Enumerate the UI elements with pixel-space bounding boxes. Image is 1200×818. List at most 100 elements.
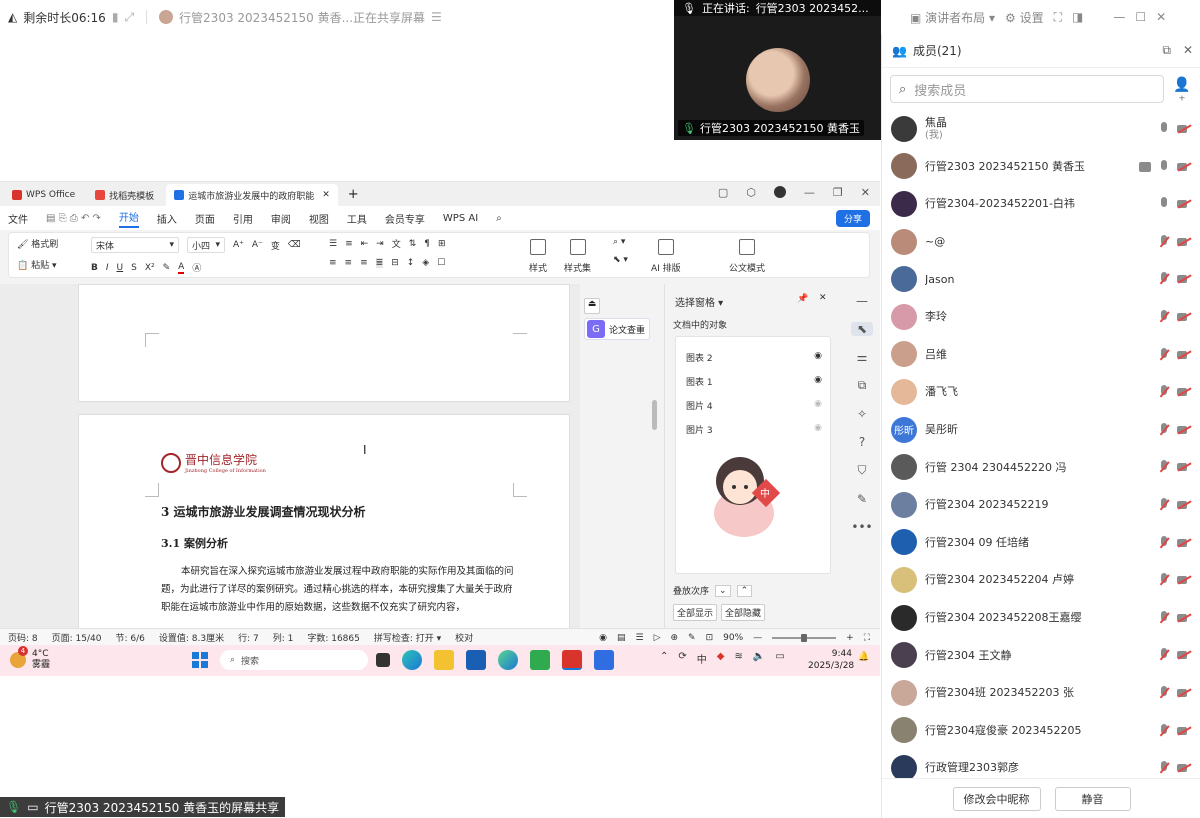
eye-view-icon[interactable]: ◉ bbox=[599, 633, 607, 643]
styles-button[interactable]: 样式 bbox=[529, 239, 547, 274]
member-row[interactable]: 吕维 bbox=[882, 336, 1200, 374]
mail-icon[interactable] bbox=[466, 650, 486, 670]
order-up-button[interactable]: ⌃ bbox=[736, 584, 753, 597]
wps-close-icon[interactable]: ✕ bbox=[861, 186, 870, 199]
wps-taskbar-icon[interactable] bbox=[562, 650, 582, 670]
signal-icon[interactable]: ▮ bbox=[112, 10, 119, 24]
find-icon[interactable]: ⌕ ▾ bbox=[613, 237, 625, 247]
hide-all-button[interactable]: 全部隐藏 bbox=[721, 604, 766, 621]
zoom-in-icon[interactable]: + bbox=[846, 633, 854, 643]
help-icon[interactable]: ? bbox=[859, 435, 865, 449]
pen-icon[interactable]: ✎ bbox=[857, 492, 867, 506]
member-search-input[interactable]: ⌕ 搜索成员 bbox=[890, 75, 1164, 103]
font-shrink-icon[interactable]: A⁻ bbox=[252, 240, 263, 250]
menu-review[interactable]: 审阅 bbox=[271, 211, 291, 226]
sort-icon[interactable]: ⇅ bbox=[409, 239, 417, 249]
wps-minimize-icon[interactable]: — bbox=[804, 186, 815, 199]
numbering-icon[interactable]: ≡ bbox=[345, 239, 353, 249]
document-canvas[interactable]: 晋中信息学院 Jinzhong College of Information I … bbox=[0, 284, 580, 628]
member-row[interactable]: 行管2304-2023452201-白祎 bbox=[882, 185, 1200, 223]
zoom-slider-thumb[interactable] bbox=[801, 633, 808, 642]
rename-nickname-button[interactable]: 修改会中昵称 bbox=[952, 786, 1041, 811]
minimize-icon[interactable]: — bbox=[1113, 10, 1125, 24]
mute-all-button[interactable]: 静音 bbox=[1054, 786, 1131, 811]
camera-off-icon[interactable] bbox=[1177, 575, 1191, 585]
mic-muted-icon[interactable] bbox=[1159, 385, 1169, 399]
tab-wps-office[interactable]: WPS Office bbox=[4, 184, 83, 206]
justify-icon[interactable]: ≣ bbox=[375, 258, 384, 268]
tab-templates[interactable]: 找稻壳模板 bbox=[87, 184, 162, 206]
highlight-button[interactable]: ✎ bbox=[163, 263, 171, 273]
member-row[interactable]: 行管 2304 2304452220 冯 bbox=[882, 448, 1200, 486]
mic-muted-icon[interactable] bbox=[1159, 723, 1169, 738]
font-color-button[interactable]: A bbox=[178, 262, 185, 274]
pane-close-icon[interactable]: ✕ bbox=[819, 293, 827, 303]
mic-muted-icon[interactable] bbox=[1159, 422, 1169, 437]
layout-button[interactable]: ▣ 演讲者布局 ▾ bbox=[910, 9, 995, 26]
file-explorer-icon[interactable] bbox=[434, 650, 454, 670]
taskbar-clock[interactable]: 9:44 2025/3/28 bbox=[808, 648, 854, 672]
maximize-icon[interactable]: ☐ bbox=[1135, 10, 1146, 24]
format-painter-button[interactable]: 🖌 格式刷 bbox=[17, 237, 58, 250]
magic-tool-icon[interactable]: ✧ bbox=[857, 407, 867, 421]
wps-restore-icon[interactable]: ❐ bbox=[833, 186, 843, 199]
phonetic-icon[interactable]: 变 bbox=[271, 239, 280, 252]
shading-icon[interactable]: ◈ bbox=[422, 258, 429, 268]
edge-beta-icon[interactable] bbox=[498, 650, 518, 670]
member-row[interactable]: 行政管理2303郭彦 bbox=[882, 749, 1200, 778]
camera-off-icon[interactable] bbox=[1177, 613, 1191, 623]
border-icon[interactable]: ☐ bbox=[437, 258, 445, 268]
order-down-button[interactable]: ⌄ bbox=[715, 584, 731, 597]
adjust-icon[interactable]: ⚌ bbox=[857, 350, 868, 364]
close-icon[interactable]: ✕ bbox=[1156, 10, 1166, 24]
meeting-taskbar-icon[interactable] bbox=[594, 650, 614, 670]
tab-document[interactable]: 运城市旅游业发展中的政府职能 ✕ bbox=[166, 184, 338, 206]
invite-member-icon[interactable]: 👤⁺ bbox=[1170, 77, 1194, 109]
fit-icon[interactable]: ⊡ bbox=[706, 633, 714, 643]
menu-member[interactable]: 会员专享 bbox=[385, 211, 425, 226]
pin-icon[interactable]: 📌 bbox=[797, 294, 808, 304]
mic-muted-icon[interactable] bbox=[1159, 610, 1169, 625]
show-marks-icon[interactable]: ¶ bbox=[424, 239, 430, 249]
mic-muted-icon[interactable] bbox=[1159, 497, 1169, 512]
wps-tray-icon[interactable]: ◆ bbox=[717, 651, 725, 666]
menu-wps-ai[interactable]: WPS AI bbox=[443, 213, 478, 224]
zoom-slider[interactable] bbox=[772, 633, 837, 642]
user-avatar[interactable] bbox=[773, 186, 786, 198]
store-icon[interactable] bbox=[530, 650, 550, 670]
object-item[interactable]: 图片 3 ◉ bbox=[686, 423, 822, 436]
member-row[interactable]: 行管2304 王文静 bbox=[882, 636, 1200, 674]
image-tool-icon[interactable]: ⧉ bbox=[858, 378, 867, 393]
bullets-icon[interactable]: ☰ bbox=[329, 239, 337, 249]
align-left-icon[interactable]: ≡ bbox=[329, 258, 337, 268]
zoom-out-icon[interactable]: — bbox=[753, 633, 762, 643]
input-method-icon[interactable]: 中 bbox=[697, 651, 707, 666]
fullscreen-doc-icon[interactable]: ⛶ bbox=[864, 633, 870, 643]
underline-button[interactable]: U bbox=[117, 263, 124, 273]
share-button[interactable]: 分享 bbox=[835, 210, 870, 227]
select-icon[interactable]: ⬉ ▾ bbox=[613, 255, 628, 265]
camera-off-icon[interactable] bbox=[1177, 274, 1191, 284]
quick-access-icons[interactable]: ▤ ⎘ ⎙ ↶ ↷ bbox=[46, 213, 101, 224]
member-row[interactable]: 行管2304 2023452219 bbox=[882, 486, 1200, 524]
page-view-icon[interactable]: ▤ bbox=[617, 633, 626, 643]
menu-tools[interactable]: 工具 bbox=[347, 211, 367, 226]
menu-insert[interactable]: 插入 bbox=[157, 211, 177, 226]
spell-check-toggle[interactable]: 拼写检查: 打开 ▾ bbox=[374, 631, 441, 644]
tray-expand-icon[interactable]: ⌃ bbox=[660, 651, 668, 666]
cube-icon[interactable]: ⬡ bbox=[746, 186, 756, 199]
weather-widget[interactable]: 4 4°C 雾霾 bbox=[10, 646, 50, 671]
member-row[interactable]: 彤昕 吴彤昕 bbox=[882, 411, 1200, 449]
member-row[interactable]: 行管2304 2023452204 卢婷 bbox=[882, 561, 1200, 599]
outdent-icon[interactable]: ⇤ bbox=[361, 239, 369, 249]
windows-start-icon[interactable] bbox=[192, 652, 208, 668]
sync-icon[interactable]: ⟳ bbox=[678, 651, 686, 666]
camera-off-icon[interactable] bbox=[1177, 462, 1191, 472]
mic-muted-icon[interactable] bbox=[1159, 685, 1169, 700]
camera-off-icon[interactable] bbox=[1177, 387, 1191, 397]
mic-muted-icon[interactable] bbox=[1159, 234, 1169, 249]
sidebar-toggle-icon[interactable]: ◨ bbox=[1072, 10, 1083, 24]
tab-close-icon[interactable]: ✕ bbox=[322, 190, 330, 200]
member-row[interactable]: 行管2303 2023452150 黄香玉 bbox=[882, 148, 1200, 186]
popout-icon[interactable]: ⧉ bbox=[1162, 43, 1171, 58]
